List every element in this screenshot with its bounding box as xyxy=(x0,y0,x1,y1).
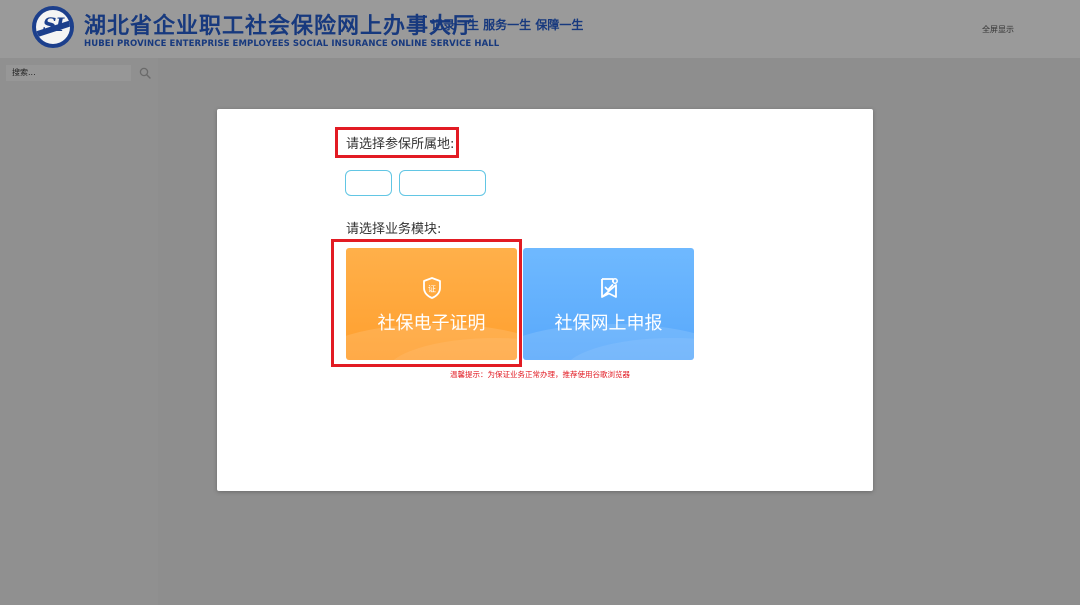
sidebar: 搜索... xyxy=(0,58,158,605)
declaration-card-label: 社保网上申报 xyxy=(554,313,663,334)
search-icon[interactable] xyxy=(139,67,151,79)
online-declaration-card[interactable]: 社保网上申报 xyxy=(523,248,694,360)
search-input[interactable]: 搜索... xyxy=(6,65,131,81)
si-logo: SI xyxy=(32,6,74,48)
site-title: 湖北省企业职工社会保险网上办事大厅 xyxy=(84,14,476,39)
province-select[interactable] xyxy=(345,170,392,196)
module-label: 请选择业务模块: xyxy=(346,222,442,237)
site-slogan: 记录一生 服务一生 保障一生 xyxy=(431,18,584,32)
region-label-highlight xyxy=(335,127,459,158)
site-subtitle: HUBEI PROVINCE ENTERPRISE EMPLOYEES SOCI… xyxy=(84,39,500,49)
declaration-document-icon xyxy=(600,278,618,298)
city-select[interactable] xyxy=(399,170,486,196)
slogan-divider xyxy=(423,15,425,31)
fullscreen-link[interactable]: 全屏显示 xyxy=(982,24,1014,35)
browser-tip: 温馨提示：为保证业务正常办理，推荐使用谷歌浏览器 xyxy=(450,370,630,379)
logo-text: SI xyxy=(42,14,65,36)
business-selection-modal: 请选择参保所属地: 请选择业务模块: 证 社保电子证明 社保网上申报 温馨提示：… xyxy=(217,109,873,491)
site-header: SI 湖北省企业职工社会保险网上办事大厅 HUBEI PROVINCE ENTE… xyxy=(0,0,1080,58)
certificate-card-highlight xyxy=(331,239,522,367)
